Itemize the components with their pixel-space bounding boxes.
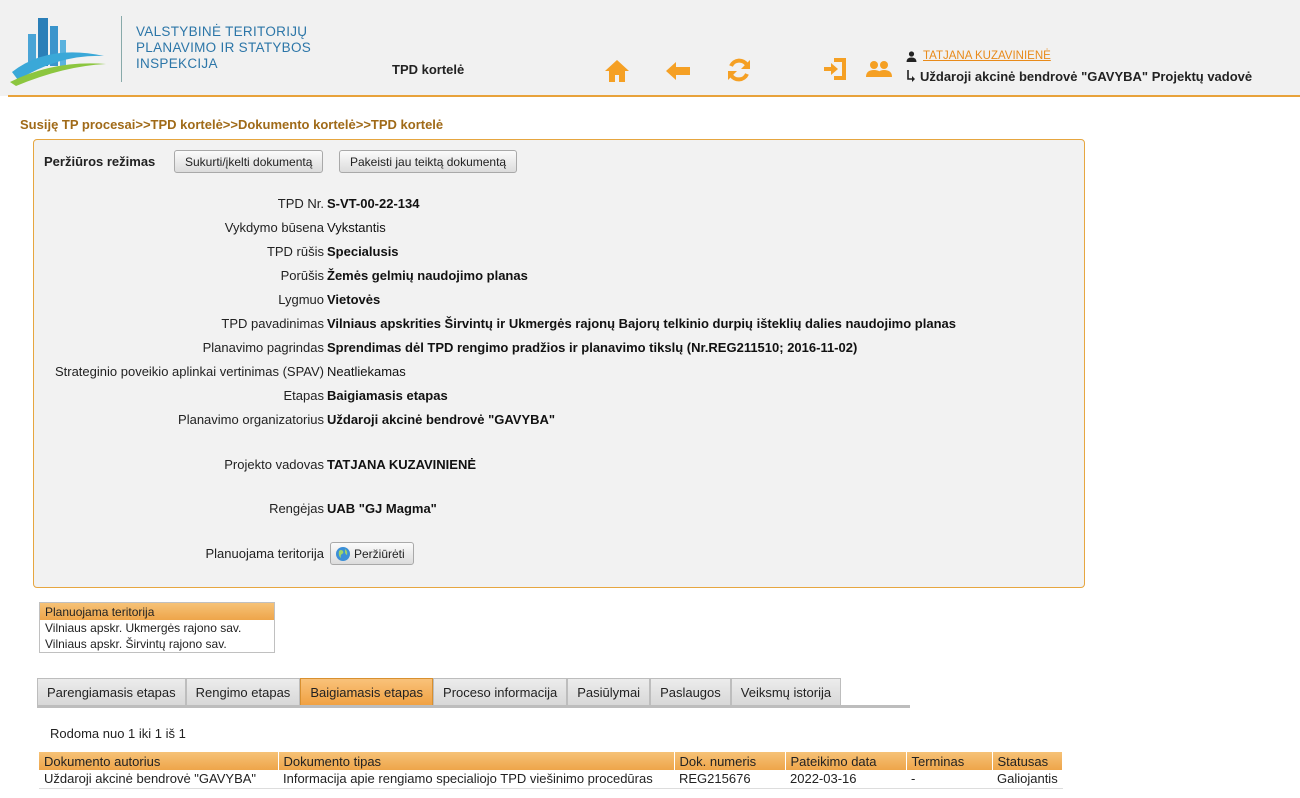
home-icon xyxy=(605,60,629,82)
cell-type: Informacija apie rengiamo specialiojo TP… xyxy=(278,770,674,789)
field-label: Lygmuo xyxy=(278,292,324,307)
field-value: Vietovės xyxy=(327,292,381,307)
view-territory-button[interactable]: Peržiūrėti xyxy=(330,542,414,565)
org-line-3: INSPEKCIJA xyxy=(136,56,218,71)
field-label: Etapas xyxy=(283,388,324,403)
replace-document-button[interactable]: Pakeisti jau teiktą dokumentą xyxy=(339,150,518,173)
logo-divider xyxy=(121,16,122,82)
list-item: Vilniaus apskr. Širvintų rajono sav. xyxy=(45,637,227,651)
mode-label: Peržiūros režimas xyxy=(44,154,156,169)
field-tpd-number: TPD Nr. S-VT-00-22-134 xyxy=(34,196,1074,214)
app-header: VALSTYBINĖ TERITORIJŲ PLANAVIMO IR STATY… xyxy=(0,0,1300,96)
globe-icon xyxy=(336,546,350,561)
field-label: Planavimo organizatorius xyxy=(178,412,324,427)
column-header[interactable]: Dokumento tipas xyxy=(278,752,675,770)
field-label: Vykdymo būsena xyxy=(224,220,324,235)
table-row[interactable]: Uždaroji akcinė bendrovė "GAVYBA" Inform… xyxy=(39,770,1063,789)
field-label: Strateginio poveikio aplinkai vertinimas… xyxy=(54,364,324,379)
field-label: Planuojama teritorija xyxy=(205,546,324,561)
tab-preparatory-stage[interactable]: Parengiamasis etapas xyxy=(37,678,186,706)
tab-final-stage[interactable]: Baigiamasis etapas xyxy=(300,678,434,706)
column-header[interactable]: Pateikimo data xyxy=(785,752,907,770)
column-header[interactable]: Statusas xyxy=(992,752,1064,770)
field-value: Uždaroji akcinė bendrovė "GAVYBA" xyxy=(327,412,556,427)
field-spav: Strateginio poveikio aplinkai vertinimas… xyxy=(34,364,1074,382)
field-value: S-VT-00-22-134 xyxy=(327,196,420,211)
vtpsi-logo xyxy=(10,18,106,86)
field-tpd-type: TPD rūšis Specialusis xyxy=(34,244,1074,262)
field-stage: Etapas Baigiamasis etapas xyxy=(34,388,1074,406)
field-value: TATJANA KUZAVINIENĖ xyxy=(327,457,477,472)
users-button[interactable] xyxy=(864,54,894,84)
tab-proposals[interactable]: Pasiūlymai xyxy=(567,678,651,706)
header-accent-line xyxy=(8,95,1300,97)
user-icon xyxy=(906,50,917,62)
field-value: Vilniaus apskrities Širvintų ir Ukmergės… xyxy=(327,316,956,331)
field-planning-basis: Planavimo pagrindas Sprendimas dėl TPD r… xyxy=(34,340,1074,358)
field-value: Baigiamasis etapas xyxy=(327,388,448,403)
field-label: TPD rūšis xyxy=(266,244,324,259)
back-arrow-icon xyxy=(666,62,690,80)
view-territory-label: Peržiūrėti xyxy=(354,546,405,561)
field-value: Vykstantis xyxy=(327,220,386,235)
field-label: Projekto vadovas xyxy=(224,457,324,472)
field-label: Rengėjas xyxy=(269,501,324,516)
documents-table: Dokumento autorius Dokumento tipas Dok. … xyxy=(39,752,1064,789)
tab-services[interactable]: Paslaugos xyxy=(650,678,731,706)
territory-table-header: Planuojama teritorija xyxy=(40,603,274,620)
breadcrumb[interactable]: Susiję TP procesai>>TPD kortelė>>Dokumen… xyxy=(20,117,443,132)
cell-author: Uždaroji akcinė bendrovė "GAVYBA" xyxy=(39,770,278,789)
list-item: Vilniaus apskr. Ukmergės rajono sav. xyxy=(45,621,242,635)
refresh-button[interactable] xyxy=(724,55,754,85)
back-button[interactable] xyxy=(663,56,693,86)
records-count: Rodoma nuo 1 iki 1 iš 1 xyxy=(50,726,186,741)
user-block: TATJANA KUZAVINIENĖ Uždaroji akcinė bend… xyxy=(906,48,1252,84)
stage-tabs: Parengiamasis etapas Rengimo etapas Baig… xyxy=(37,678,842,706)
home-button[interactable] xyxy=(602,56,632,86)
table-header-row: Dokumento autorius Dokumento tipas Dok. … xyxy=(39,752,1064,770)
cell-date: 2022-03-16 xyxy=(785,770,906,789)
field-subtype: Porūšis Žemės gelmių naudojimo planas xyxy=(34,268,1074,286)
field-organizer: Planavimo organizatorius Uždaroji akcinė… xyxy=(34,412,1074,430)
users-icon xyxy=(866,61,892,77)
tpd-card: Peržiūros režimas Sukurti/įkelti dokumen… xyxy=(33,139,1085,588)
field-level: Lygmuo Vietovės xyxy=(34,292,1074,310)
field-value: Žemės gelmių naudojimo planas xyxy=(327,268,528,283)
column-header[interactable]: Terminas xyxy=(906,752,993,770)
field-value: Neatliekamas xyxy=(327,364,406,379)
field-status: Vykdymo būsena Vykstantis xyxy=(34,220,1074,238)
user-role: Uždaroji akcinė bendrovė "GAVYBA" Projek… xyxy=(920,68,1253,84)
tab-action-history[interactable]: Veiksmų istorija xyxy=(730,678,842,706)
refresh-icon xyxy=(728,58,750,82)
field-planned-territory: Planuojama teritorija xyxy=(34,546,1074,564)
org-line-1: VALSTYBINĖ TERITORIJŲ xyxy=(136,24,308,39)
create-document-button[interactable]: Sukurti/įkelti dokumentą xyxy=(174,150,324,173)
page-title: TPD kortelė xyxy=(392,62,465,77)
field-preparer: Rengėjas UAB "GJ Magma" xyxy=(34,501,1074,519)
logout-icon xyxy=(824,58,846,80)
field-label: TPD Nr. xyxy=(277,196,324,211)
territory-table: Planuojama teritorija Vilniaus apskr. Uk… xyxy=(39,602,275,653)
field-value: Sprendimas dėl TPD rengimo pradžios ir p… xyxy=(327,340,858,355)
org-line-2: PLANAVIMO IR STATYBOS xyxy=(136,40,312,55)
cell-number: REG215676 xyxy=(674,770,785,789)
field-label: TPD pavadinimas xyxy=(221,316,324,331)
cell-status: Galiojantis xyxy=(992,770,1063,789)
logout-button[interactable] xyxy=(820,54,850,84)
field-value: UAB "GJ Magma" xyxy=(327,501,437,516)
field-value: Specialusis xyxy=(327,244,399,259)
field-label: Porūšis xyxy=(280,268,324,283)
tab-process-information[interactable]: Proceso informacija xyxy=(433,678,568,706)
tab-underline xyxy=(37,705,910,708)
tab-drafting-stage[interactable]: Rengimo etapas xyxy=(185,678,301,706)
column-header[interactable]: Dok. numeris xyxy=(674,752,786,770)
cell-deadline: - xyxy=(906,770,992,789)
column-header[interactable]: Dokumento autorius xyxy=(39,752,279,770)
field-project-manager: Projekto vadovas TATJANA KUZAVINIENĖ xyxy=(34,457,1074,475)
field-label: Planavimo pagrindas xyxy=(202,340,324,355)
organization-name: VALSTYBINĖ TERITORIJŲ PLANAVIMO IR STATY… xyxy=(136,24,311,72)
field-tpd-name: TPD pavadinimas Vilniaus apskrities Širv… xyxy=(34,316,1074,334)
role-switch-icon xyxy=(907,70,915,82)
user-name-link[interactable]: TATJANA KUZAVINIENĖ xyxy=(923,50,1051,62)
